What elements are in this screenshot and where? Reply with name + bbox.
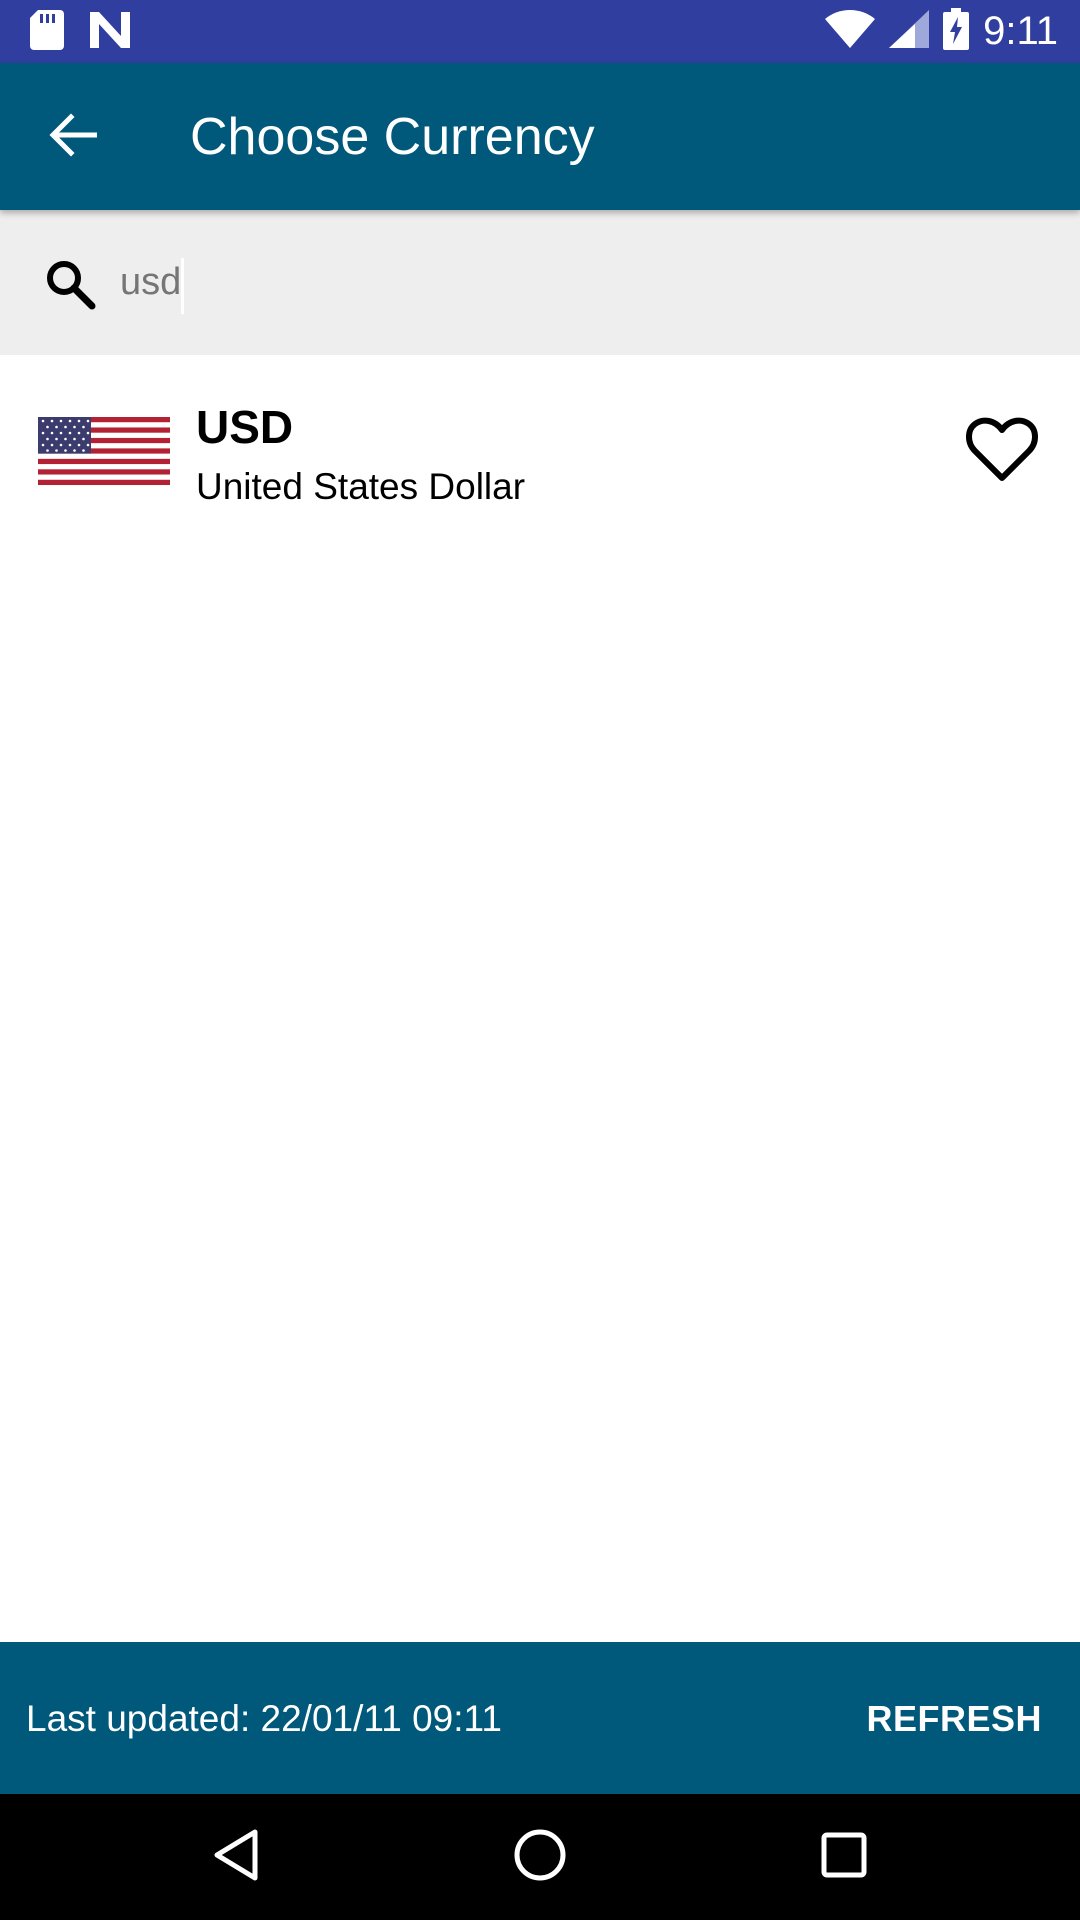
currency-name: United States Dollar [196,466,526,507]
footer-bar: Last updated: 22/01/11 09:11 REFRESH [0,1642,1080,1794]
wifi-icon [825,9,876,53]
status-time: 9:11 [983,9,1058,53]
n-notification-icon [90,12,130,53]
arrow-back-icon [49,112,98,162]
cell-signal-icon [889,9,930,53]
home-circle-icon [513,1828,567,1887]
nav-recents-button[interactable] [814,1827,874,1887]
nav-home-button[interactable] [510,1827,570,1887]
app-bar: Choose Currency [0,63,1080,210]
us-flag-icon [38,417,170,485]
search-icon [44,258,96,315]
page-title: Choose Currency [190,108,595,166]
status-bar: 9:11 [0,0,1080,63]
text-cursor [181,258,184,314]
back-triangle-icon [211,1828,261,1887]
search-input[interactable] [120,252,1020,312]
navigation-bar [0,1794,1080,1920]
back-button[interactable] [30,99,116,175]
last-updated-text: Last updated: 22/01/11 09:11 [26,1698,502,1739]
sd-card-icon [30,10,64,55]
refresh-button[interactable]: REFRESH [866,1697,1042,1741]
currency-code: USD [196,401,294,453]
status-bar-left-icons [30,10,130,55]
recents-square-icon [820,1831,868,1884]
search-bar [0,210,1080,355]
heart-outline-icon [966,417,1038,488]
battery-charging-icon [943,7,970,55]
nav-back-button[interactable] [206,1827,266,1887]
favorite-button[interactable] [960,410,1044,494]
status-bar-right-icons: 9:11 [825,6,1058,56]
list-item[interactable]: USD United States Dollar [0,355,1080,545]
